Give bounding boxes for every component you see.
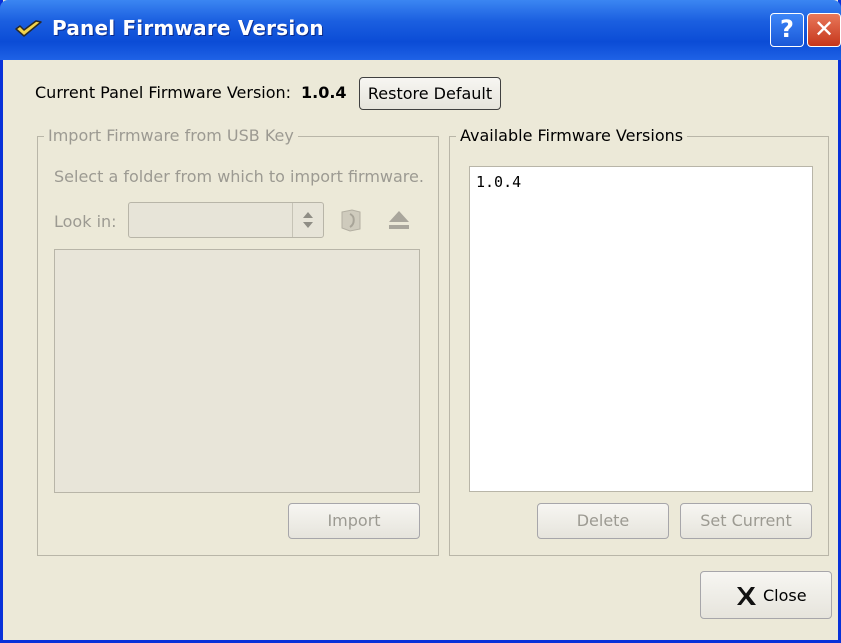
folder-icon[interactable] (338, 207, 364, 233)
import-firmware-group: Import Firmware from USB Key Select a fo… (37, 126, 439, 556)
delete-button[interactable]: Delete (537, 503, 669, 539)
available-versions-group: Available Firmware Versions 1.0.4 Delete… (449, 126, 829, 556)
spinner-arrows-icon[interactable] (292, 203, 323, 237)
current-version-label: Current Panel Firmware Version: (35, 83, 292, 102)
list-item[interactable]: 1.0.4 (476, 173, 521, 191)
window-title: Panel Firmware Version (52, 16, 324, 40)
close-button[interactable]: Close (700, 571, 832, 619)
folder-browser-pane[interactable] (54, 249, 420, 493)
current-version-value: 1.0.4 (301, 83, 347, 102)
window-close-button[interactable]: ✕ (807, 13, 841, 47)
checkmark-icon (15, 20, 42, 37)
import-group-legend: Import Firmware from USB Key (44, 126, 298, 145)
look-in-label: Look in: (54, 212, 117, 231)
look-in-dropdown[interactable] (128, 202, 324, 238)
set-current-button[interactable]: Set Current (680, 503, 812, 539)
import-button[interactable]: Import (288, 503, 420, 539)
help-button[interactable]: ? (770, 13, 804, 47)
title-bar[interactable]: Panel Firmware Version ? ✕ (0, 0, 841, 60)
available-group-legend: Available Firmware Versions (456, 126, 688, 145)
versions-list[interactable]: 1.0.4 (469, 166, 813, 492)
restore-default-button[interactable]: Restore Default (359, 77, 501, 110)
firmware-dialog: Panel Firmware Version ? ✕ Current Panel… (0, 0, 841, 643)
close-button-label: Close (763, 586, 807, 605)
dialog-body: Current Panel Firmware Version: 1.0.4 Re… (3, 60, 838, 640)
import-instruction: Select a folder from which to import fir… (54, 167, 424, 186)
x-icon (737, 587, 756, 605)
eject-icon[interactable] (386, 207, 412, 233)
